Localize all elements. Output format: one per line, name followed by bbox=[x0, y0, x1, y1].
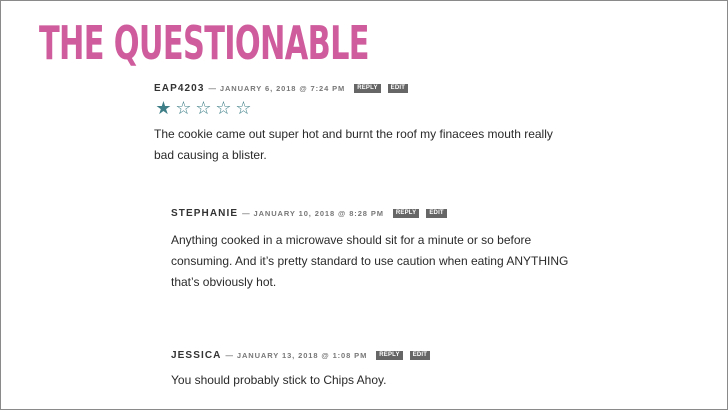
star-empty-icon: ☆ bbox=[175, 98, 192, 119]
comment-date: — JANUARY 13, 2018 @ 1:08 PM bbox=[225, 350, 368, 360]
comment-reply: JESSICA — JANUARY 13, 2018 @ 1:08 PM REP… bbox=[171, 346, 571, 391]
comment-author: EAP4203 bbox=[154, 82, 205, 94]
page-frame: THE QUESTIONABLE EAP4203 — JANUARY 6, 20… bbox=[0, 0, 728, 410]
star-empty-icon: ☆ bbox=[235, 98, 252, 119]
reply-button[interactable]: REPLY bbox=[376, 350, 403, 360]
comment-author: STEPHANIE bbox=[171, 207, 239, 219]
edit-button[interactable]: EDIT bbox=[387, 83, 409, 93]
edit-button[interactable]: EDIT bbox=[426, 208, 447, 218]
comment-meta: STEPHANIE — JANUARY 10, 2018 @ 8:28 PM R… bbox=[171, 204, 571, 222]
star-empty-icon: ☆ bbox=[215, 98, 232, 119]
comment-date: — JANUARY 10, 2018 @ 8:28 PM bbox=[242, 208, 384, 218]
comment-meta: JESSICA — JANUARY 13, 2018 @ 1:08 PM REP… bbox=[171, 346, 571, 364]
edit-button[interactable]: EDIT bbox=[409, 350, 431, 360]
star-filled-icon: ★ bbox=[155, 98, 172, 119]
comment-reply: STEPHANIE — JANUARY 10, 2018 @ 8:28 PM R… bbox=[171, 204, 571, 293]
comment-date: — JANUARY 6, 2018 @ 7:24 PM bbox=[208, 83, 346, 93]
comment-meta: EAP4203 — JANUARY 6, 2018 @ 7:24 PM REPL… bbox=[154, 79, 574, 97]
comment-text: The cookie came out super hot and burnt … bbox=[154, 127, 553, 162]
reply-button[interactable]: REPLY bbox=[392, 208, 420, 218]
star-rating: ★ ☆ ☆ ☆ ☆ bbox=[154, 99, 574, 119]
comment: EAP4203 — JANUARY 6, 2018 @ 7:24 PM REPL… bbox=[154, 79, 574, 166]
site-title: THE QUESTIONABLE bbox=[39, 16, 370, 70]
star-empty-icon: ☆ bbox=[195, 98, 212, 119]
comment-text: You should probably stick to Chips Ahoy. bbox=[171, 373, 387, 387]
comment-author: JESSICA bbox=[171, 349, 222, 361]
reply-button[interactable]: REPLY bbox=[354, 83, 381, 93]
comment-text: Anything cooked in a microwave should si… bbox=[171, 233, 569, 289]
